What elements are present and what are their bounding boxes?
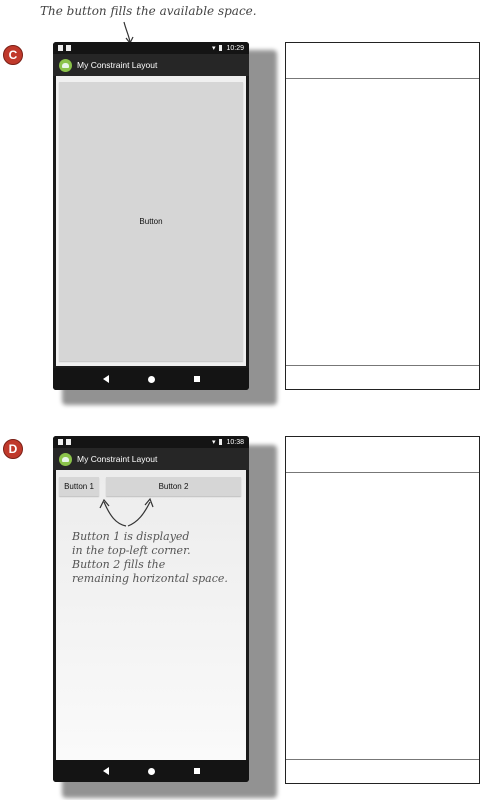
battery-icon (219, 45, 223, 51)
button-1[interactable]: Button 1 (59, 477, 99, 496)
content-area: Button (56, 76, 246, 366)
nav-bar (53, 760, 249, 782)
recents-icon[interactable] (193, 768, 200, 774)
signal-icon: ▾ (211, 45, 216, 52)
android-app-icon (59, 58, 72, 72)
status-bar: ▾ 10:38 (53, 436, 249, 448)
app-bar: My Constraint Layout (53, 448, 249, 470)
back-icon[interactable] (102, 375, 109, 383)
status-time: 10:38 (226, 438, 244, 446)
status-bar: ▾ 10:29 (53, 42, 249, 54)
battery-icon (219, 439, 223, 445)
back-icon[interactable] (102, 767, 109, 775)
nav-bar (53, 368, 249, 390)
button-2[interactable]: Button 2 (106, 477, 241, 496)
annotation-arrows-icon (99, 497, 154, 527)
sketch-frame-d (285, 436, 480, 784)
app-title: My Constraint Layout (77, 454, 158, 464)
app-bar: My Constraint Layout (53, 54, 249, 76)
recents-icon[interactable] (193, 376, 200, 382)
home-icon[interactable] (147, 375, 155, 383)
sketch-frame-c (285, 42, 480, 390)
content-area: Button 1 Button 2 Button 1 is displayed … (56, 470, 246, 760)
signal-icon: ▾ (211, 439, 216, 446)
phone-screen-c: ▾ 10:29 My Constraint Layout Button (53, 42, 249, 390)
home-icon[interactable] (147, 767, 155, 775)
badge-c: C (3, 45, 23, 65)
android-app-icon (59, 452, 72, 466)
status-time: 10:29 (226, 44, 244, 52)
phone-screen-d: ▾ 10:38 My Constraint Layout Button 1 Bu… (53, 436, 249, 782)
fill-button[interactable]: Button (59, 82, 243, 361)
badge-d: D (3, 439, 23, 459)
annotation-text: Button 1 is displayed in the top-left co… (72, 530, 228, 585)
top-caption: The button fills the available space. (40, 4, 257, 18)
app-title: My Constraint Layout (77, 60, 158, 70)
